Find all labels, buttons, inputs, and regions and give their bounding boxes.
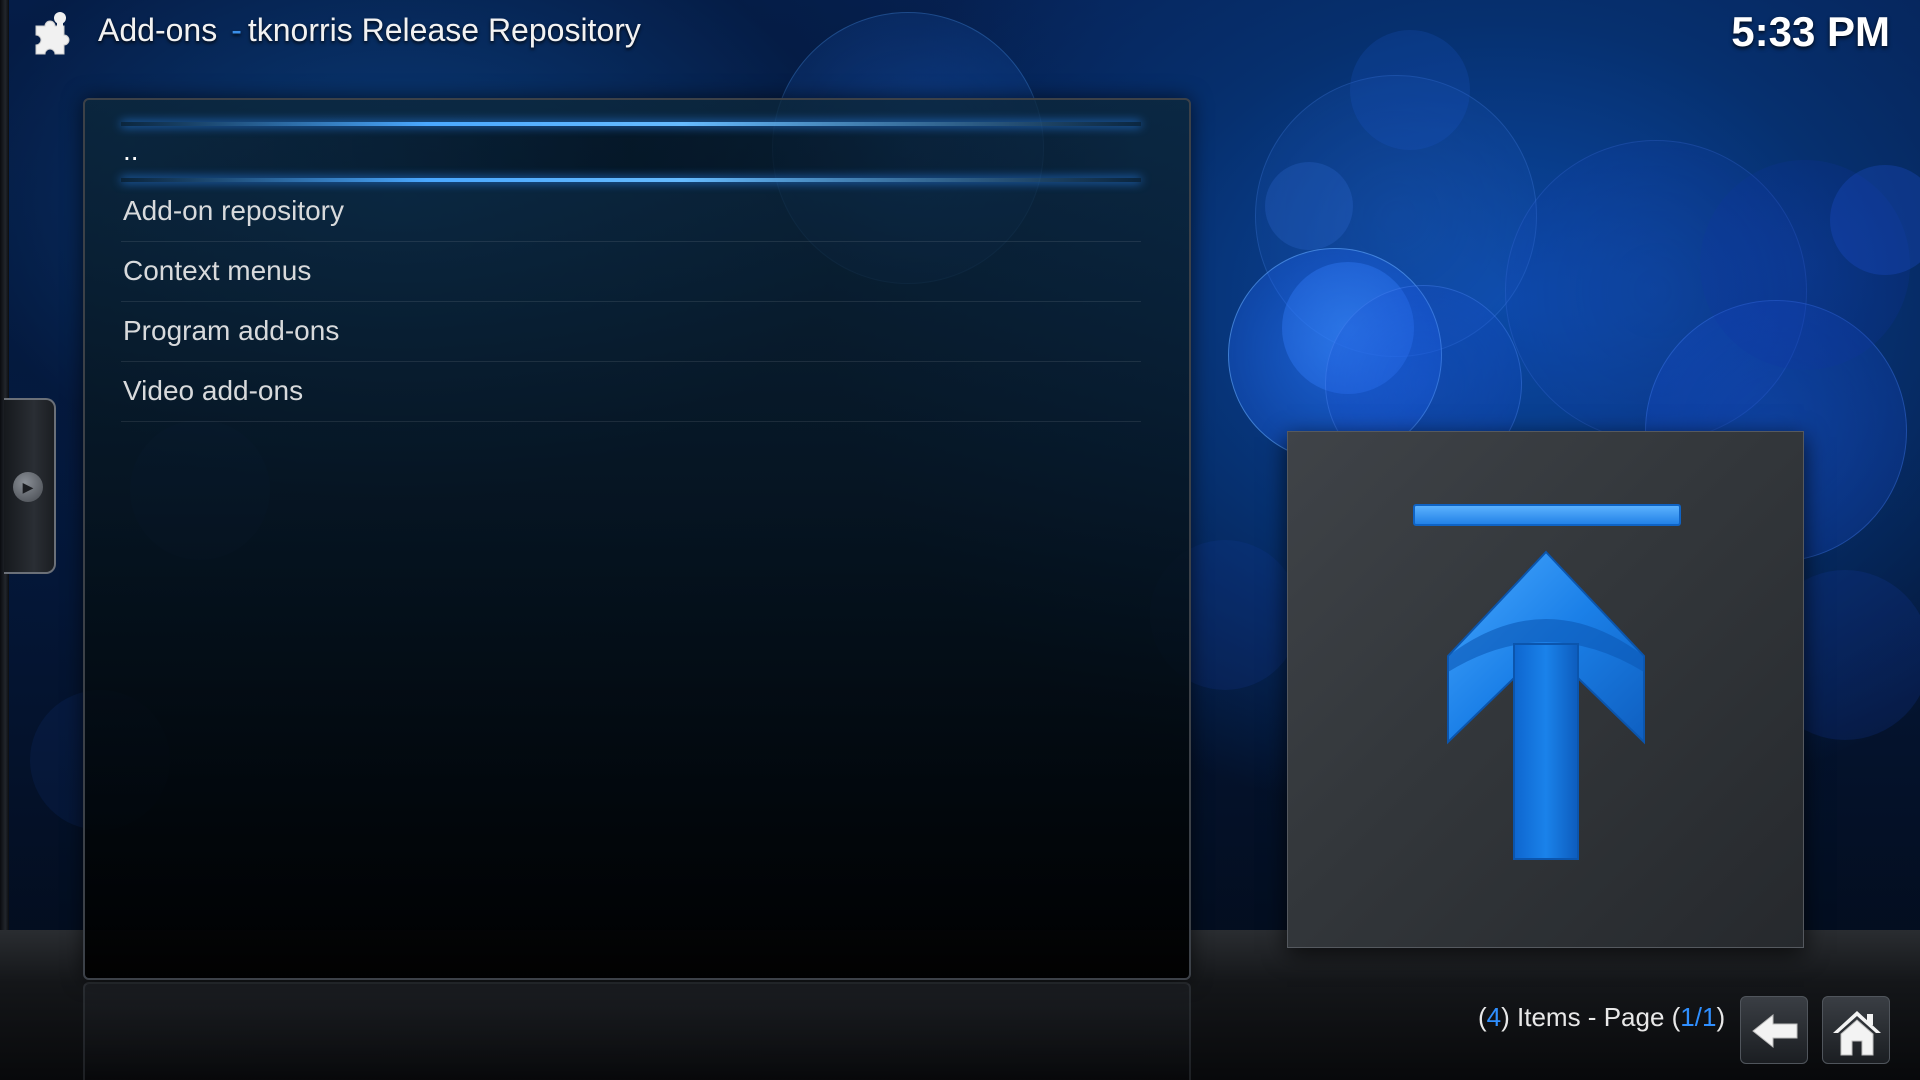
- page-title: Add-ons - tknorris Release Repository: [98, 12, 641, 49]
- count-open-paren: (: [1478, 1002, 1487, 1032]
- kodi-screen: ▶ Add-ons - tknorris Release Repository 5:…: [0, 0, 1920, 1080]
- item-count-label: (4) Items - Page (1/1): [1478, 1002, 1725, 1033]
- bokeh-decoration: [1265, 162, 1353, 250]
- list-item-label: Context menus: [123, 255, 312, 286]
- bokeh-decoration: [1505, 140, 1807, 442]
- bokeh-decoration: [1228, 248, 1442, 462]
- list-item-label: Video add-ons: [123, 375, 304, 406]
- addon-list: .. Add-on repository Context menus Progr…: [121, 122, 1141, 422]
- list-item-label: Program add-ons: [123, 315, 340, 346]
- items-page-text: ) Items - Page (: [1501, 1002, 1681, 1032]
- list-item-label: Add-on repository: [123, 195, 345, 226]
- bokeh-decoration: [1830, 165, 1920, 275]
- bokeh-decoration: [1350, 30, 1470, 150]
- header-separator: -: [231, 12, 242, 48]
- home-icon: [1833, 1011, 1881, 1056]
- item-thumbnail: [1287, 431, 1804, 948]
- header-subtitle: tknorris Release Repository: [247, 12, 641, 48]
- count-close-paren: ): [1716, 1002, 1726, 1032]
- header-section: Add-ons: [98, 12, 218, 48]
- list-item-parent[interactable]: ..: [121, 122, 1141, 182]
- clock: 5:33 PM: [1731, 8, 1890, 55]
- list-item-video-addons[interactable]: Video add-ons: [121, 362, 1141, 422]
- upload-arrow-icon: [1413, 504, 1681, 860]
- bokeh-decoration: [1700, 160, 1910, 370]
- page-number: 1/1: [1680, 1002, 1717, 1032]
- item-count-value: 4: [1486, 1002, 1502, 1032]
- bokeh-decoration: [1282, 262, 1414, 394]
- panel-reflection: [83, 982, 1191, 1080]
- back-button[interactable]: [1740, 996, 1808, 1064]
- file-list-panel: .. Add-on repository Context menus Progr…: [83, 98, 1191, 980]
- list-item-label: ..: [123, 135, 139, 166]
- back-arrow-icon: [1752, 1013, 1798, 1049]
- list-item-addon-repository[interactable]: Add-on repository: [121, 182, 1141, 242]
- puzzle-piece-icon: [28, 6, 82, 60]
- play-arrow-icon[interactable]: ▶: [13, 472, 43, 502]
- home-button[interactable]: [1822, 996, 1890, 1064]
- list-item-context-menus[interactable]: Context menus: [121, 242, 1141, 302]
- list-item-program-addons[interactable]: Program add-ons: [121, 302, 1141, 362]
- bokeh-decoration: [1255, 75, 1537, 357]
